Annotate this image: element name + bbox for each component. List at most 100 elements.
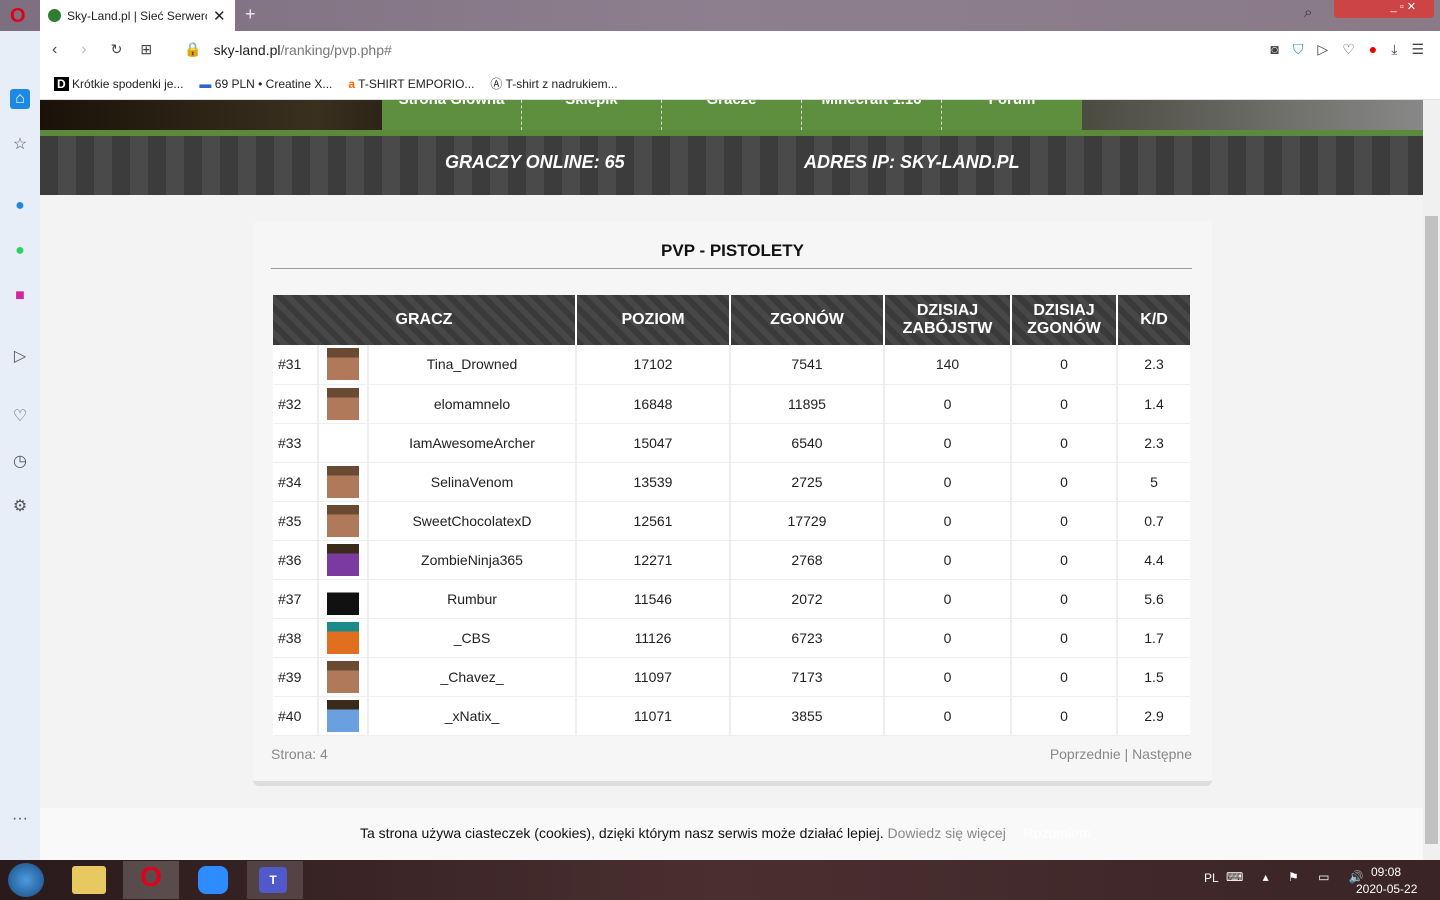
col-level[interactable]: POZIOM <box>576 295 731 345</box>
close-tab-icon[interactable]: ✕ <box>213 7 226 25</box>
heart-icon[interactable]: ♡ <box>1342 41 1355 58</box>
web-page: Strona Główna Sklepik Gracze Minecraft 1… <box>40 100 1423 860</box>
tab-bar: O Sky-Land.pl | Sieć Serwerów ✕ + ⌕ _ ▫ … <box>0 0 1440 31</box>
today-deaths: 0 <box>1011 618 1118 658</box>
prev-link[interactable]: Poprzednie <box>1050 746 1121 762</box>
more-icon[interactable]: ··· <box>10 809 30 829</box>
col-kd[interactable]: K/D <box>1117 295 1190 345</box>
col-today-kills[interactable]: DZISIAJ ZABÓJSTW <box>884 295 1012 345</box>
players-online: GRACZY ONLINE: 65 <box>445 152 625 172</box>
table-row: #37 Rumbur 11546 2072 0 0 5.6 <box>273 579 1190 619</box>
level: 11071 <box>576 696 731 736</box>
today-kills: 0 <box>884 540 1012 580</box>
player-name[interactable]: _CBS <box>368 618 577 658</box>
col-player[interactable]: GRACZ <box>273 295 577 345</box>
heart-icon[interactable]: ♡ <box>10 407 30 427</box>
adblock-icon[interactable]: ● <box>1369 41 1377 58</box>
bookmark-2[interactable]: ▬ 69 PLN • Creatine X... <box>199 77 332 91</box>
star-icon[interactable]: ☆ <box>10 135 30 155</box>
messenger-icon[interactable]: ● <box>10 196 30 216</box>
today-kills: 140 <box>884 345 1012 385</box>
player-name[interactable]: SweetChocolatexD <box>368 501 577 541</box>
kd-ratio: 2.3 <box>1117 423 1190 463</box>
bookmark-1[interactable]: D Krótkie spodenki je... <box>54 76 183 91</box>
player-name[interactable]: Rumbur <box>368 579 577 619</box>
player-avatar <box>327 387 359 420</box>
player-avatar <box>327 504 359 537</box>
level: 11546 <box>576 579 731 619</box>
next-link[interactable]: Następne <box>1132 746 1192 762</box>
nav-players[interactable]: Gracze <box>662 100 802 130</box>
player-name[interactable]: ZombieNinja365 <box>368 540 577 580</box>
nav-forum[interactable]: Forum <box>942 100 1082 130</box>
cookie-more-link[interactable]: Dowiedz się więcej <box>888 825 1006 841</box>
browser-sidebar: ⌂ ☆ ● ● ■ ▷ ♡ ◷ ⚙ ··· <box>0 31 40 860</box>
reload-icon[interactable]: ↻ <box>111 41 123 58</box>
menu-icon[interactable]: ☰ <box>1411 41 1424 58</box>
vpn-shield-icon[interactable]: ⛉ <box>1293 41 1304 58</box>
player-name[interactable]: _Chavez_ <box>368 657 577 697</box>
start-button[interactable] <box>8 863 44 897</box>
search-tabs-icon[interactable]: ⌕ <box>1304 4 1312 21</box>
nav-home[interactable]: Strona Główna <box>382 100 522 130</box>
nav-minecraft[interactable]: Minecraft 1.16 <box>802 100 942 130</box>
history-icon[interactable]: ◷ <box>10 452 30 472</box>
opera-taskbar-icon[interactable]: O <box>123 861 179 899</box>
col-deaths[interactable]: ZGONÓW <box>730 295 885 345</box>
deaths: 2072 <box>730 579 885 619</box>
player-name[interactable]: SelinaVenom <box>368 462 577 502</box>
deaths: 6723 <box>730 618 885 658</box>
back-icon[interactable]: ‹ <box>52 41 57 59</box>
player-name[interactable]: Tina_Drowned <box>368 345 577 385</box>
send-icon[interactable]: ▷ <box>10 347 30 367</box>
download-icon[interactable]: ⤓ <box>1391 41 1397 58</box>
rank: #36 <box>273 540 319 580</box>
cookie-accept-button[interactable]: Rozumiem <box>1024 825 1091 841</box>
scrollbar-thumb[interactable] <box>1425 216 1438 844</box>
table-row: #33 IamAwesomeArcher 15047 6540 0 0 2.3 <box>273 423 1190 463</box>
settings-icon[interactable]: ⚙ <box>10 497 30 517</box>
player-name[interactable]: elomamnelo <box>368 384 577 424</box>
player-avatar <box>327 348 359 381</box>
bookmarks-bar: D Krótkie spodenki je... ▬ 69 PLN • Crea… <box>40 68 1440 100</box>
page-indicator: Strona: 4 <box>271 746 328 762</box>
url-field[interactable]: sky-land.pl/ranking/pvp.php# <box>214 42 392 58</box>
rank: #32 <box>273 384 319 424</box>
level: 11126 <box>576 618 731 658</box>
send-icon[interactable]: ▷ <box>1317 41 1328 58</box>
forward-icon[interactable]: › <box>81 41 86 59</box>
today-kills: 0 <box>884 696 1012 736</box>
player-name[interactable]: _xNatix_ <box>368 696 577 736</box>
table-row: #34 SelinaVenom 13539 2725 0 0 5 <box>273 462 1190 502</box>
title-divider <box>271 268 1192 269</box>
deaths: 2768 <box>730 540 885 580</box>
clock-time[interactable]: 09:08 <box>1371 865 1401 879</box>
bookmark-3[interactable]: a T-SHIRT EMPORIO... <box>348 77 474 91</box>
opera-logo-icon[interactable]: O <box>10 5 26 28</box>
tray-icons[interactable]: ⌨ ▴ ⚑ ▭ 🔊 <box>1226 870 1372 884</box>
kd-ratio: 0.7 <box>1117 501 1190 541</box>
today-deaths: 0 <box>1011 501 1118 541</box>
today-kills: 0 <box>884 423 1012 463</box>
home-icon[interactable]: ⌂ <box>10 89 30 109</box>
col-today-deaths[interactable]: DZISIAJ ZGONÓW <box>1011 295 1118 345</box>
server-ip[interactable]: ADRES IP: SKY-LAND.PL <box>804 152 1020 173</box>
nav-shop[interactable]: Sklepik <box>522 100 662 130</box>
zoom-icon[interactable] <box>198 866 228 894</box>
language-indicator[interactable]: PL <box>1204 871 1219 885</box>
new-tab-icon[interactable]: + <box>245 4 256 25</box>
instagram-icon[interactable]: ■ <box>10 286 30 306</box>
deaths: 11895 <box>730 384 885 424</box>
teams-icon[interactable]: T <box>247 861 303 899</box>
bookmark-4[interactable]: Ⓐ T-shirt z nadrukiem... <box>490 75 617 92</box>
camera-icon[interactable]: ◙ <box>1270 41 1278 58</box>
player-name[interactable]: IamAwesomeArcher <box>368 423 577 463</box>
tab-active[interactable]: Sky-Land.pl | Sieć Serwerów ✕ <box>40 0 235 31</box>
deaths: 2725 <box>730 462 885 502</box>
window-controls[interactable]: _ ▫ ✕ <box>1334 0 1434 18</box>
tabs-grid-icon[interactable]: ⊞ <box>140 41 152 58</box>
rank: #34 <box>273 462 319 502</box>
explorer-icon[interactable] <box>72 866 106 894</box>
whatsapp-icon[interactable]: ● <box>10 241 30 261</box>
clock-date[interactable]: 2020-05-22 <box>1356 882 1417 896</box>
